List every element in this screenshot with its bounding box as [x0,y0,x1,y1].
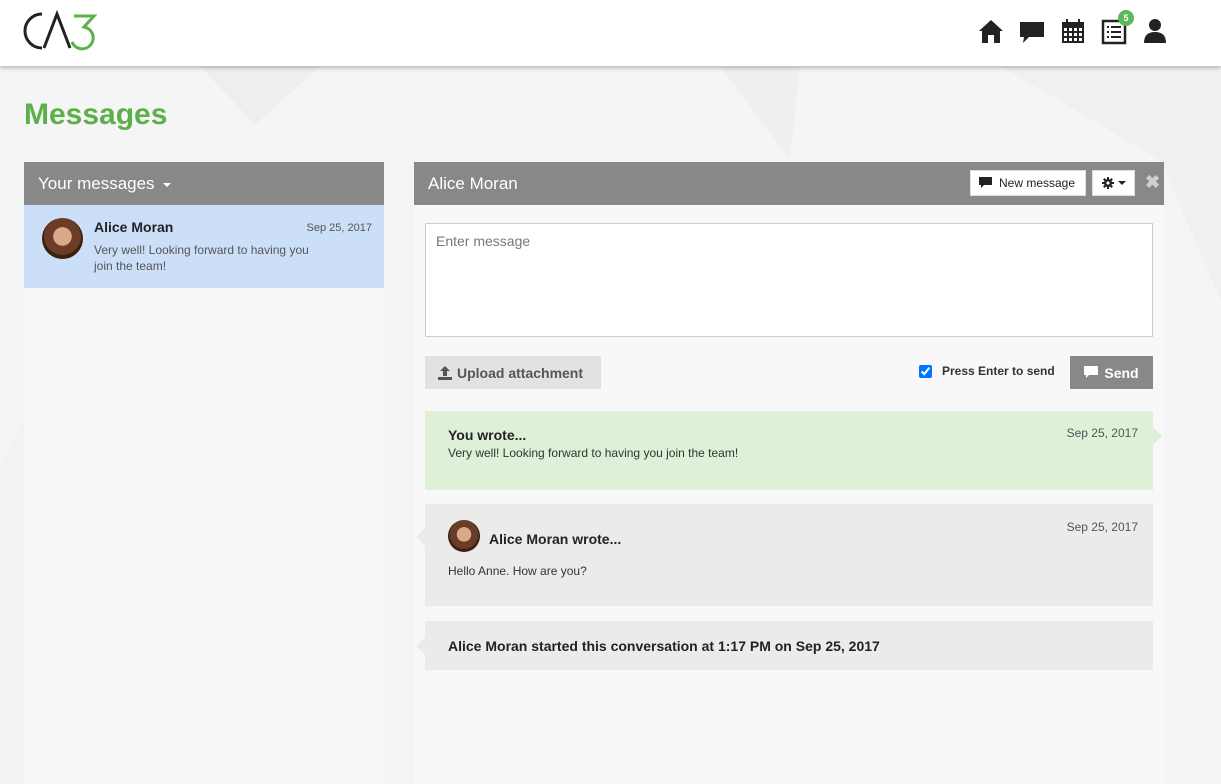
caret-down-icon [163,182,172,187]
avatar [448,520,480,552]
press-enter-checkbox[interactable] [919,365,932,378]
upload-attachment-label: Upload attachment [457,364,584,381]
settings-dropdown-button[interactable] [1092,170,1135,196]
your-messages-label: Your messages [38,174,155,193]
conversation-name: Alice Moran [94,219,174,235]
new-message-button[interactable]: New message [970,170,1086,196]
message-sent: You wrote... Sep 25, 2017 Very well! Loo… [425,411,1162,490]
message-author: You wrote... [448,427,527,443]
caret-down-icon [1117,181,1126,185]
calendar-icon[interactable] [1060,17,1087,45]
ca3-logo[interactable] [22,9,102,57]
send-label: Send [1104,364,1139,381]
upload-icon [438,365,452,380]
send-button[interactable]: Send [1070,356,1153,389]
conversation-preview: Very well! Looking forward to having you… [94,243,309,273]
conversation-panel: Alice Moran New message ✖ Upload attachm… [414,162,1164,784]
message-text: Hello Anne. How are you? [448,564,587,578]
gear-icon [1101,177,1114,189]
conversation-item[interactable]: Alice Moran Sep 25, 2017 Very well! Look… [24,205,384,288]
press-enter-label: Press Enter to send [942,364,1055,378]
comment-icon [1084,366,1099,378]
page-title: Messages [24,98,168,131]
chat-icon[interactable] [1019,17,1046,45]
message-author: Alice Moran wrote... [489,531,622,547]
conversation-start-note: Alice Moran started this conversation at… [416,621,1153,670]
message-received: Alice Moran wrote... Sep 25, 2017 Hello … [416,504,1153,606]
upload-attachment-button[interactable]: Upload attachment [425,356,601,389]
close-icon[interactable]: ✖ [1145,173,1160,191]
notification-badge: 5 [1118,10,1134,26]
top-bar: 5 [0,0,1221,66]
user-icon[interactable] [1142,17,1169,45]
comment-icon [979,177,992,188]
message-text: Very well! Looking forward to having you… [448,446,739,460]
conversation-start-text: Alice Moran started this conversation at… [448,638,880,654]
conversation-list-panel: Your messages Alice Moran Sep 25, 2017 V… [24,162,384,784]
new-message-label: New message [999,176,1076,190]
message-input[interactable] [425,223,1153,337]
message-date: Sep 25, 2017 [1066,520,1138,534]
avatar [42,218,83,259]
message-date: Sep 25, 2017 [1066,426,1138,440]
home-icon[interactable] [978,17,1005,45]
main-nav: 5 [978,10,1169,45]
conversation-title: Alice Moran [428,174,518,193]
your-messages-dropdown[interactable]: Your messages [24,162,384,205]
conversation-header: Alice Moran New message ✖ [414,162,1164,205]
conversation-date: Sep 25, 2017 [306,222,372,234]
list-icon[interactable]: 5 [1101,10,1134,45]
